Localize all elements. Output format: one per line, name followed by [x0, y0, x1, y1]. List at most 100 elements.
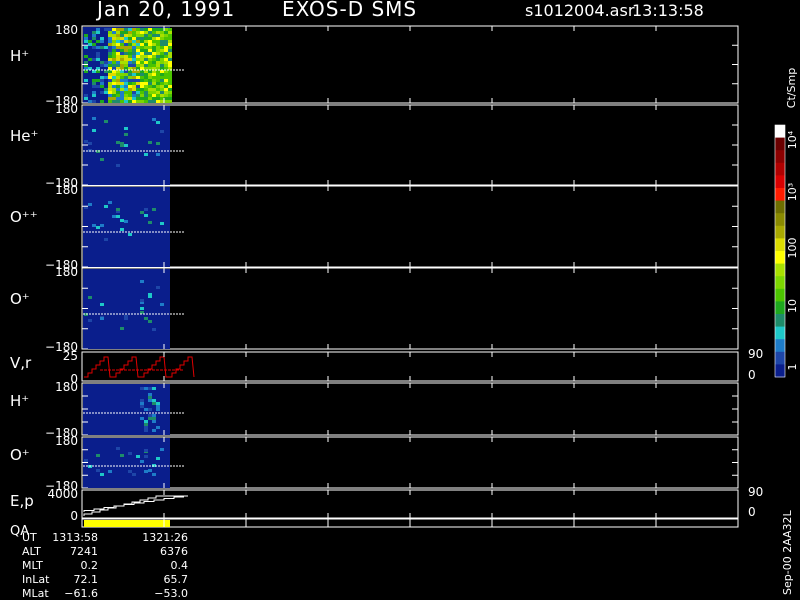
spectrogram-cell: [152, 37, 156, 40]
spectrogram-cell: [100, 85, 104, 88]
spectrogram-cell: [100, 58, 104, 61]
spectrogram-cell: [164, 64, 168, 67]
spectrogram-cell: [156, 402, 160, 405]
spectrogram-cell: [88, 79, 92, 82]
spectrogram-cell: [120, 40, 124, 43]
panel-label: O⁺: [10, 290, 30, 308]
spectrogram-cell: [156, 64, 160, 67]
spectrogram-cell: [132, 79, 136, 82]
spectrogram-cell: [128, 88, 132, 91]
spectrogram-cell: [164, 82, 168, 85]
spectrogram-cell: [88, 43, 92, 46]
ephemeris-value-start: −61.6: [64, 587, 98, 600]
spectrogram-cell: [84, 97, 88, 100]
y-top-label: 180: [55, 265, 78, 279]
spectrogram-cell: [132, 85, 136, 88]
spectrogram-cell: [108, 82, 112, 85]
spectrogram-cell: [84, 46, 88, 49]
spectrogram-cell: [124, 58, 128, 61]
spectrogram-cell: [116, 164, 120, 167]
spectrogram-cell: [104, 49, 108, 52]
spectrogram-cell: [120, 46, 124, 49]
spectrogram-cell: [144, 91, 148, 94]
plot-canvas: Jan 20, 1991 EXOS-D SMS s1012004.asr13:13:…: [10, 0, 799, 600]
spectrogram-cell: [164, 85, 168, 88]
spectrogram-cell: [112, 79, 116, 82]
spectrogram-cell: [148, 64, 152, 67]
spectrogram-cell: [112, 94, 116, 97]
spectrogram-cell: [144, 420, 148, 423]
spectrogram-cell: [128, 94, 132, 97]
spectrogram-cell: [96, 94, 100, 97]
spectrogram-cell: [96, 454, 100, 457]
spectrogram-cell: [112, 28, 116, 31]
spectrogram-cell: [116, 76, 120, 79]
spectrogram-cell: [108, 470, 112, 473]
spectrogram-cell: [112, 40, 116, 43]
spectrogram-cell: [140, 307, 144, 310]
panel-h-plus: [81, 25, 739, 104]
spectrogram-cell: [108, 73, 112, 76]
spectrogram-cell: [144, 43, 148, 46]
spectrogram-cell: [144, 97, 148, 100]
spectrogram-cell: [96, 73, 100, 76]
spectrogram-cell: [124, 43, 128, 46]
spectrogram-cell: [108, 88, 112, 91]
y-right-bottom-label: 0: [748, 505, 756, 519]
spectrogram-cell: [160, 97, 164, 100]
spectrogram-cell: [164, 28, 168, 31]
spectrogram-cell: [140, 52, 144, 55]
spectrogram-cell: [120, 327, 124, 330]
spectrogram-cell: [160, 34, 164, 37]
spectrogram-cell: [88, 91, 92, 94]
spectrogram-cell: [116, 55, 120, 58]
spectrogram-cell: [88, 55, 92, 58]
spectrogram-cell: [128, 40, 132, 43]
spectrogram-cell: [156, 46, 160, 49]
spectrogram-cell: [104, 73, 108, 76]
spectrogram-cell: [116, 97, 120, 100]
spectrogram-cell: [160, 76, 164, 79]
spectrogram-cell: [128, 43, 132, 46]
spectrogram-cell: [124, 94, 128, 97]
spectrogram-cell: [116, 447, 120, 450]
panel-vr: [81, 351, 739, 382]
colorbar-swatch: [775, 137, 785, 151]
y-top-label: 180: [55, 380, 78, 394]
spectrogram-cell: [152, 52, 156, 55]
spectrogram-cell: [88, 142, 92, 145]
spectrogram-cell: [104, 64, 108, 67]
sms-plot: Jan 20, 1991 EXOS-D SMS s1012004.asr 13:13:…: [0, 0, 800, 600]
spectrogram-cell: [96, 49, 100, 52]
spectrogram-cell: [148, 55, 152, 58]
spectrogram-cell: [136, 85, 140, 88]
spectrogram-cell: [152, 417, 156, 420]
spectrogram-cell: [104, 97, 108, 100]
spectrogram-cell: [164, 31, 168, 34]
spectrogram-cell: [124, 49, 128, 52]
spectrogram-cell: [128, 31, 132, 34]
spectrogram-cell: [100, 34, 104, 37]
colorbar-swatch: [775, 150, 785, 164]
spectrogram-cell: [92, 43, 96, 46]
spectrogram-cell: [112, 43, 116, 46]
spectrogram-cell: [100, 94, 104, 97]
spectrogram-cell: [168, 100, 172, 103]
header-time: 13:13:58: [632, 1, 704, 20]
ephemeris-name: InLat: [22, 573, 50, 586]
spectrogram-cell: [132, 37, 136, 40]
spectrogram-cell: [96, 43, 100, 46]
spectrogram-cell: [140, 402, 144, 405]
spectrogram-cell: [168, 88, 172, 91]
spectrogram-cell: [100, 49, 104, 52]
spectrogram-cell: [120, 82, 124, 85]
spectrogram-cell: [100, 52, 104, 55]
spectrogram-cell: [144, 34, 148, 37]
spectrogram-cell: [136, 88, 140, 91]
spectrogram-cell: [136, 97, 140, 100]
spectrogram-cell: [144, 423, 148, 426]
spectrogram-cell: [152, 420, 156, 423]
spectrogram-cell: [148, 79, 152, 82]
spectrogram-cell: [112, 100, 116, 103]
spectrogram-cell: [128, 52, 132, 55]
